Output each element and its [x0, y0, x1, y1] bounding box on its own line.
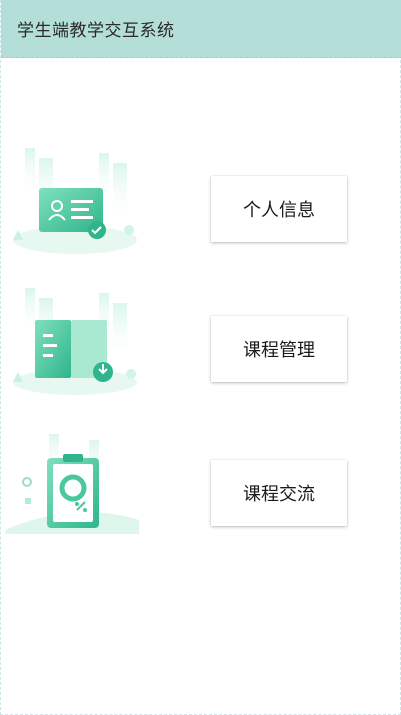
- clipboard-chart-icon: [5, 434, 139, 534]
- menu-row-course-management: 课程管理: [1, 288, 401, 408]
- book-download-icon: [13, 288, 137, 395]
- menu-row-course-communication: 课程交流: [1, 430, 401, 550]
- title-bar: 学生端教学交互系统: [1, 0, 401, 58]
- personal-info-button[interactable]: 个人信息: [211, 176, 347, 242]
- id-card-check-icon: [13, 148, 137, 254]
- course-management-button[interactable]: 课程管理: [211, 316, 347, 382]
- course-communication-button[interactable]: 课程交流: [211, 460, 347, 526]
- menu-row-personal-info: 个人信息: [1, 148, 401, 268]
- app-window: 学生端教学交互系统 个人信息 课程管理 课程交流: [0, 0, 401, 715]
- app-title: 学生端教学交互系统: [17, 21, 175, 41]
